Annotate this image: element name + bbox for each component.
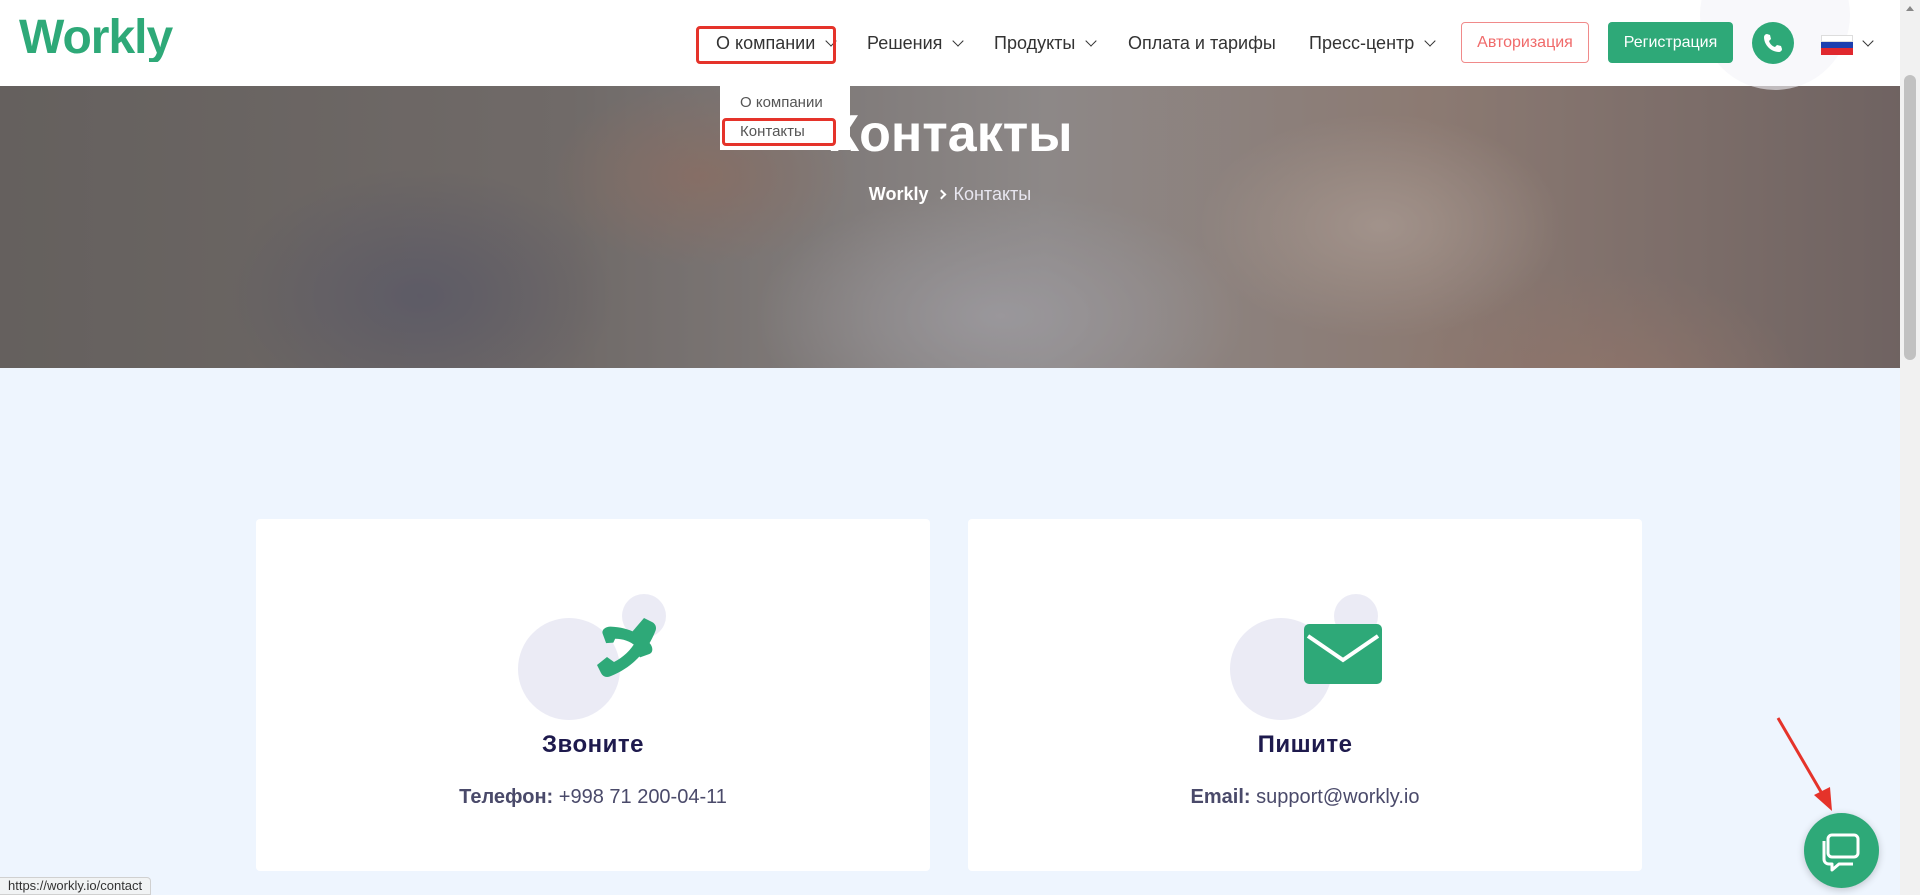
nav-item-label: Решения (867, 33, 943, 53)
phone-line: Телефон: +998 71 200-04-11 (256, 786, 930, 809)
phone-icon (597, 618, 656, 677)
page-title: Контакты (827, 105, 1073, 163)
breadcrumb: Workly Контакты (0, 184, 1900, 205)
logo-text: Workly (19, 12, 173, 62)
scrollbar-thumb[interactable] (1904, 75, 1916, 360)
chat-widget-button[interactable] (1804, 813, 1879, 888)
nav-item-pricing[interactable]: Оплата и тарифы (1128, 22, 1276, 64)
login-button[interactable]: Авторизация (1461, 22, 1589, 63)
site-header: Workly О компании Решения Продукты Оплат… (0, 0, 1900, 90)
phone-label: Телефон: (459, 786, 554, 808)
email-value[interactable]: support@workly.io (1256, 786, 1419, 808)
nav-item-label: Продукты (994, 33, 1076, 53)
phone-icon (1764, 34, 1782, 52)
nav-item-label: Оплата и тарифы (1128, 33, 1276, 53)
call-card: Звоните Телефон: +998 71 200-04-11 (256, 519, 930, 871)
email-line: Email: support@workly.io (968, 786, 1642, 809)
status-bar-url: https://workly.io/contact (0, 877, 152, 895)
nav-item-press[interactable]: Пресс-центр (1309, 22, 1436, 64)
annotation-arrow (1776, 717, 1832, 811)
card-title: Пишите (1257, 731, 1353, 758)
chevron-down-icon[interactable] (1862, 35, 1874, 47)
call-card-icon (256, 574, 930, 720)
chevron-down-icon (1424, 35, 1436, 47)
register-button[interactable]: Регистрация (1608, 22, 1733, 63)
breadcrumb-current: Контакты (953, 184, 1032, 204)
nav-item-products[interactable]: Продукты (994, 22, 1097, 64)
email-label: Email: (1190, 786, 1251, 808)
phone-button[interactable] (1752, 22, 1794, 64)
email-card-icon (968, 574, 1642, 720)
highlight-box (722, 118, 836, 146)
envelope-icon (1304, 624, 1382, 684)
hero-banner: Контакты Workly Контакты (0, 86, 1900, 368)
card-title: Звоните (542, 731, 644, 758)
nav-item-label: Пресс-центр (1309, 33, 1415, 53)
phone-value[interactable]: +998 71 200-04-11 (559, 786, 727, 808)
dropdown-item-about[interactable]: О компании (740, 94, 823, 111)
highlight-box (696, 26, 836, 64)
email-card: Пишите Email: support@workly.io (968, 519, 1642, 871)
nav-item-solutions[interactable]: Решения (867, 22, 965, 64)
chevron-right-icon (937, 189, 947, 200)
breadcrumb-home[interactable]: Workly (869, 184, 929, 204)
logo-mark: Workly (19, 11, 174, 64)
chevron-down-icon (1085, 35, 1097, 47)
scroll-up-arrow[interactable] (1906, 6, 1914, 11)
scrollbar[interactable] (1900, 0, 1920, 895)
russia-flag-icon[interactable] (1821, 35, 1853, 55)
chat-icon (1822, 833, 1860, 872)
chevron-down-icon (952, 35, 965, 47)
logo[interactable]: Workly (19, 11, 189, 74)
company-dropdown-menu: О компании Контакты (720, 86, 850, 150)
